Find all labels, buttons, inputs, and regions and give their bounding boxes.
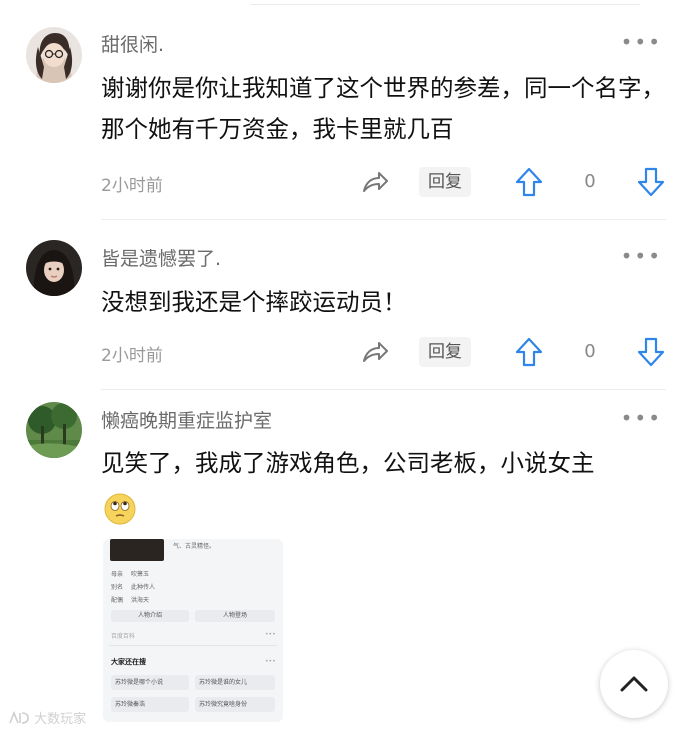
thumbnail-row-value: 吹箫玉 — [131, 571, 150, 578]
avatar[interactable] — [26, 402, 82, 458]
comment-divider — [101, 389, 666, 390]
thumbnail-related-item: 苏玲微秦浩 — [111, 697, 189, 712]
chevron-up-icon — [620, 676, 648, 692]
vote-count: 0 — [584, 171, 596, 192]
thumbnail-portrait — [110, 539, 164, 561]
more-options-icon[interactable]: ••• — [621, 406, 662, 430]
thumbnail-related-item: 苏玲微是谁的女儿 — [195, 675, 275, 690]
watermark: 大数玩家 — [8, 708, 86, 727]
timestamp: 2小时前 — [101, 346, 163, 366]
thumbnail-more: ••• — [265, 631, 276, 638]
thumbnail-row-value: 洪海天 — [131, 597, 150, 604]
avatar[interactable] — [26, 240, 82, 296]
share-icon[interactable] — [360, 337, 390, 367]
thumb-up-arrow-icon[interactable] — [514, 166, 544, 198]
thumbnail-more: ••• — [265, 658, 276, 665]
thumbnail-divider — [109, 645, 277, 646]
thumbnail-row-key: 母亲 — [111, 571, 124, 578]
username[interactable]: 皆是遗憾罢了. — [101, 244, 221, 271]
thumbnail-caption: 气、古灵精怪。 — [173, 543, 216, 550]
thumb-down-arrow-icon[interactable] — [636, 166, 666, 198]
username[interactable]: 甜很闲. — [101, 30, 164, 57]
timestamp: 2小时前 — [101, 176, 163, 196]
thumbnail-row-key: 别名 — [111, 584, 124, 591]
more-options-icon[interactable]: ••• — [621, 244, 662, 268]
thumbnail-row-value: 此种传人 — [131, 584, 156, 591]
eye-roll-emoji-icon — [104, 493, 136, 525]
watermark-text: 大数玩家 — [34, 712, 87, 727]
thumbnail-related-item: 苏玲微是哪个小说 — [111, 675, 189, 690]
username[interactable]: 懒癌晚期重症监护室 — [101, 406, 272, 433]
thumb-up-arrow-icon[interactable] — [514, 336, 544, 368]
vote-count: 0 — [584, 341, 596, 362]
attached-screenshot[interactable]: 气、古灵精怪。 母亲 吹箫玉 别名 此种传人 配偶 洪海天 人物介绍 人物登场 … — [103, 539, 283, 722]
thumb-down-arrow-icon[interactable] — [636, 336, 666, 368]
thumbnail-row-key: 配偶 — [111, 597, 124, 604]
reply-button[interactable]: 回复 — [419, 167, 471, 197]
thumbnail-related-title: 大家还在搜 — [111, 658, 146, 666]
comment-text: 见笑了，我成了游戏角色，公司老板，小说女主 — [101, 449, 595, 477]
top-divider — [250, 4, 640, 5]
thumbnail-source: 百度百科 — [111, 633, 136, 640]
comment-text: 谢谢你是你让我知道了这个世界的参差，同一个名字，那个她有千万资金，我卡里就几百 — [101, 74, 665, 143]
more-options-icon[interactable]: ••• — [621, 30, 662, 54]
scroll-to-top-button[interactable] — [600, 650, 668, 718]
avatar[interactable] — [26, 27, 82, 83]
watermark-logo-icon — [9, 710, 29, 724]
share-icon[interactable] — [360, 167, 390, 197]
thumbnail-tab: 人物介绍 — [111, 610, 189, 622]
thumbnail-tab: 人物登场 — [195, 610, 275, 622]
thumbnail-related-item: 苏玲微究竟啥身份 — [195, 697, 275, 712]
reply-button[interactable]: 回复 — [419, 337, 471, 367]
comment-divider — [101, 219, 666, 220]
comment-text: 没想到我还是个摔跤运动员！ — [101, 288, 407, 316]
